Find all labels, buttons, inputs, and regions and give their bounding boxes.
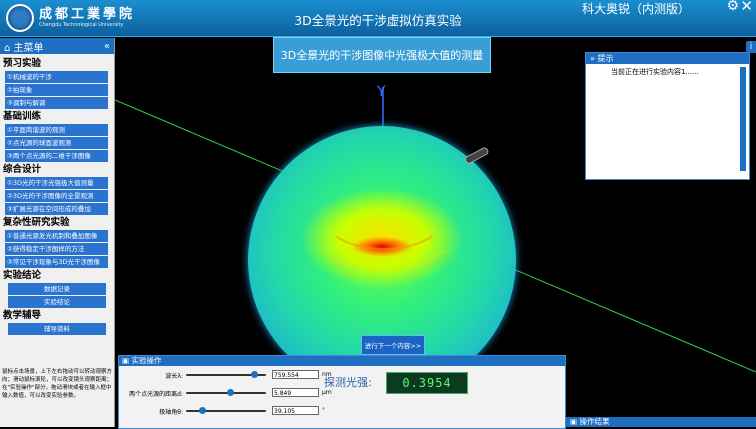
polar-angle-input[interactable]: 39.105	[272, 406, 319, 415]
tips-title: 提示	[597, 54, 614, 63]
slider-thumb[interactable]	[250, 371, 258, 378]
home-icon: ⌂	[4, 42, 11, 54]
operation-results-header: ▣ 操作结果	[566, 417, 756, 427]
menu-item-tutoring-material[interactable]: 辅导资料	[8, 323, 106, 335]
tips-header: » 提示	[586, 53, 749, 64]
top-bar: 成都工業學院 Chengdu Technological University …	[0, 0, 756, 37]
menu-item-3d-max-intensity[interactable]: ①3D光的干涉光强极大值测量	[5, 177, 108, 189]
menu-item-extended-source[interactable]: ③扩展光源在空间形成的叠加	[5, 203, 108, 215]
double-chevron-icon: »	[590, 54, 595, 63]
param-label: 极轴角θ:	[159, 408, 183, 416]
menu-item-plane-wave[interactable]: ①平面简谐波的观测	[5, 124, 108, 136]
gamepad-icon: ▣	[570, 417, 578, 426]
fringe-arc	[302, 162, 466, 270]
sidebar-main-menu: ⌂ 主菜单 « 预习实验 ①机械波的干涉 ②拍现象 ③调制与解调 基础训练 ①平…	[0, 38, 115, 427]
distance-slider[interactable]	[186, 389, 266, 396]
menu-item-conclusion[interactable]: 实验结论	[8, 296, 106, 308]
param-unit: μm	[322, 389, 332, 396]
param-unit: °	[322, 407, 325, 414]
menu-item-beat[interactable]: ②拍现象	[5, 84, 108, 96]
info-icon[interactable]: i	[746, 41, 756, 53]
menu-item-spherical-wave[interactable]: ②点光源的球面波观测	[5, 137, 108, 149]
section-title-conclusion: 实验结论	[3, 270, 42, 281]
section-title-preview: 预习实验	[3, 58, 42, 69]
menu-item-mechanical-wave[interactable]: ①机械波的干涉	[5, 71, 108, 83]
menu-item-2d-interference[interactable]: ③两个点光源的二维干涉图像	[5, 150, 108, 162]
param-label: 波长λ:	[165, 372, 183, 380]
collapse-icon[interactable]: «	[104, 41, 110, 52]
section-title-complex: 复杂性研究实验	[3, 217, 70, 228]
experiment-panel-title: 实验操作	[131, 356, 162, 365]
slider-thumb[interactable]	[226, 389, 234, 396]
polar-angle-slider[interactable]	[186, 407, 266, 414]
section-title-tutoring: 教学辅导	[3, 310, 42, 321]
experiment-subtitle: 3D全景光的干涉图像中光强极大值的测量	[273, 37, 491, 73]
tips-scrollbar[interactable]	[740, 67, 746, 171]
section-title-comprehensive: 综合设计	[3, 164, 42, 175]
operation-results-title: 操作结果	[579, 417, 610, 426]
slider-thumb[interactable]	[198, 407, 206, 414]
distance-input[interactable]: 5.849	[272, 388, 319, 397]
sidebar-title: 主菜单	[13, 42, 44, 54]
gear-icon[interactable]: ⚙	[726, 0, 739, 14]
wavelength-input[interactable]: 759.554	[272, 370, 319, 379]
close-icon[interactable]: ✕	[740, 0, 753, 15]
tips-panel: » 提示 当前正在进行实验内容1......	[585, 52, 750, 180]
menu-item-common-interference[interactable]: ③常见干涉现象与3D光干涉图像	[5, 256, 108, 268]
experiment-operation-panel: ▣ 实验操作 波长λ: 759.554 nm 两个点光源的距离d: 5.849 …	[118, 355, 566, 429]
detector-probe-icon[interactable]	[463, 147, 493, 165]
menu-item-3d-panorama[interactable]: ②3D光的干涉图像的全景观测	[5, 190, 108, 202]
corner-title: 科大奥锐（内测版）	[581, 2, 690, 16]
y-axis-label: Y	[376, 84, 386, 100]
help-text: 鼠标点击场景，上下左右拖动可以转动观察方向；滑动鼠标滚轮，可以改变镜头观察距离；…	[2, 369, 113, 399]
experiment-panel-header: ▣ 实验操作	[119, 356, 565, 366]
menu-item-ordinary-source[interactable]: ①普通光源发光机制和叠加图像	[5, 230, 108, 242]
menu-item-modulation[interactable]: ③调制与解调	[5, 97, 108, 109]
param-label: 两个点光源的距离d:	[129, 390, 183, 398]
detected-intensity-display: 0.3954	[386, 372, 468, 394]
menu-item-stable-pattern[interactable]: ②获得稳定干涉图样的方法	[5, 243, 108, 255]
tips-body: 当前正在进行实验内容1......	[611, 68, 699, 76]
gamepad-icon: ▣	[122, 356, 130, 365]
wavelength-slider[interactable]	[186, 371, 266, 378]
section-title-basic: 基础训练	[3, 111, 42, 122]
sidebar-header: ⌂ 主菜单 «	[0, 38, 114, 54]
menu-item-data-record[interactable]: 数据记录	[8, 283, 106, 295]
detected-intensity-label: 探测光强:	[324, 376, 372, 389]
next-content-button[interactable]: 进行下一个内容>>	[361, 335, 425, 355]
